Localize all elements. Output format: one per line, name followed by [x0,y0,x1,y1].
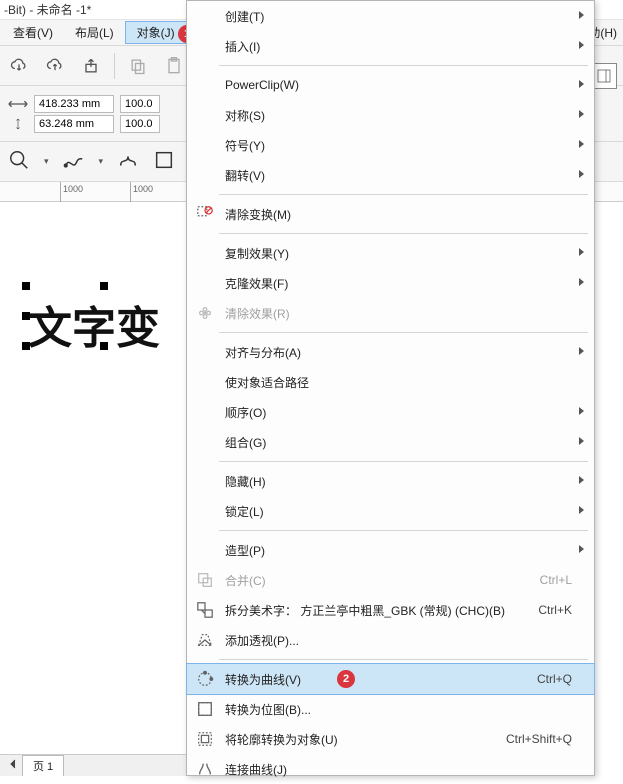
menu-layout[interactable]: 布局(L) [64,20,125,45]
menu-convert-to-bitmap[interactable]: 转换为位图(B)... [187,694,594,724]
submenu-arrow-icon [579,80,584,88]
clear-transform-icon [193,202,217,226]
height-input[interactable] [34,115,114,133]
submenu-arrow-icon [579,437,584,445]
convert-curves-icon [193,667,217,691]
page-tab-1[interactable]: 页 1 [22,755,64,776]
submenu-arrow-icon [579,110,584,118]
menu-copy-effects[interactable]: 复制效果(Y) [187,238,594,268]
width-field [6,95,114,113]
submenu-arrow-icon [579,347,584,355]
paste-icon[interactable] [161,53,187,79]
cloud-download-icon[interactable] [6,53,32,79]
freehand-icon[interactable] [63,149,85,174]
toolbar-divider [114,53,115,79]
shortcut-label: Ctrl+Shift+Q [506,732,572,746]
submenu-arrow-icon [579,248,584,256]
clear-effects-icon [193,301,217,325]
object-menu-dropdown: 创建(T) 插入(I) PowerClip(W) 对称(S) 符号(Y) 翻转(… [186,0,595,776]
menu-shaping[interactable]: 造型(P) [187,535,594,565]
scale-x-input[interactable] [120,95,160,113]
submenu-arrow-icon [579,170,584,178]
convert-bitmap-icon [193,697,217,721]
menu-break-apart[interactable]: 拆分美术字： 方正兰亭中粗黑_GBK (常规) (CHC)(B)Ctrl+K [187,595,594,625]
submenu-arrow-icon [579,476,584,484]
menu-separator [219,65,588,66]
menu-create[interactable]: 创建(T) [187,1,594,31]
menu-symbol[interactable]: 符号(Y) [187,130,594,160]
menu-align-distribute[interactable]: 对齐与分布(A) [187,337,594,367]
prev-page-icon[interactable] [8,759,18,772]
scale-y-input[interactable] [120,115,160,133]
zoom-icon[interactable] [8,149,30,174]
menu-separator [219,194,588,195]
menu-separator [219,461,588,462]
menu-order[interactable]: 顺序(O) [187,397,594,427]
menu-separator [219,530,588,531]
selection-handle[interactable] [22,282,30,290]
page-tabs-bar: 页 1 [0,754,186,776]
selected-text-object[interactable]: 文字变 [28,292,160,356]
copy-stack-icon[interactable] [125,53,151,79]
ruler-tick: 1000 [60,182,83,202]
menu-insert[interactable]: 插入(I) [187,31,594,61]
submenu-arrow-icon [579,11,584,19]
publish-icon[interactable] [78,53,104,79]
menu-outline-to-object[interactable]: 将轮廓转换为对象(U)Ctrl+Shift+Q [187,724,594,754]
ruler-tick: 1000 [130,182,153,202]
menu-separator [219,659,588,660]
menu-symmetry[interactable]: 对称(S) [187,100,594,130]
menu-powerclip[interactable]: PowerClip(W) [187,70,594,100]
submenu-arrow-icon [579,545,584,553]
width-icon [6,96,30,112]
shortcut-label: Ctrl+K [538,603,572,617]
height-icon [6,116,30,132]
shortcut-label: Ctrl+L [540,573,572,587]
perspective-icon [193,628,217,652]
rectangle-icon[interactable] [153,149,175,174]
menu-convert-to-curves[interactable]: 转换为曲线(V) 2 Ctrl+Q [187,664,594,694]
submenu-arrow-icon [579,140,584,148]
menu-separator [219,233,588,234]
menu-lock[interactable]: 锁定(L) [187,496,594,526]
selection-handle[interactable] [100,282,108,290]
submenu-arrow-icon [579,41,584,49]
freehand-dropdown-arrow[interactable]: ▾ [99,156,104,167]
submenu-arrow-icon [579,506,584,514]
menu-clear-transform[interactable]: 清除变换(M) [187,199,594,229]
menu-clone-effects[interactable]: 克隆效果(F) [187,268,594,298]
width-input[interactable] [34,95,114,113]
menu-add-perspective[interactable]: 添加透视(P)... [187,625,594,655]
badge-2: 2 [337,670,355,688]
menu-view[interactable]: 查看(V) [2,20,64,45]
menu-combine: 合并(C)Ctrl+L [187,565,594,595]
menu-clear-effects: 清除效果(R) [187,298,594,328]
combine-icon [193,568,217,592]
curve-icon[interactable] [117,149,139,174]
menu-join-curves[interactable]: 连接曲线(J) [187,754,594,784]
menu-separator [219,332,588,333]
height-field [6,115,114,133]
menu-hide[interactable]: 隐藏(H) [187,466,594,496]
cloud-upload-icon[interactable] [42,53,68,79]
menu-fit-to-path[interactable]: 使对象适合路径 [187,367,594,397]
break-apart-icon [193,598,217,622]
submenu-arrow-icon [579,407,584,415]
zoom-dropdown-arrow[interactable]: ▾ [44,156,49,167]
menu-flip[interactable]: 翻转(V) [187,160,594,190]
shortcut-label: Ctrl+Q [537,672,572,686]
join-curves-icon [193,757,217,781]
outline-to-object-icon [193,727,217,751]
submenu-arrow-icon [579,278,584,286]
menu-group[interactable]: 组合(G) [187,427,594,457]
